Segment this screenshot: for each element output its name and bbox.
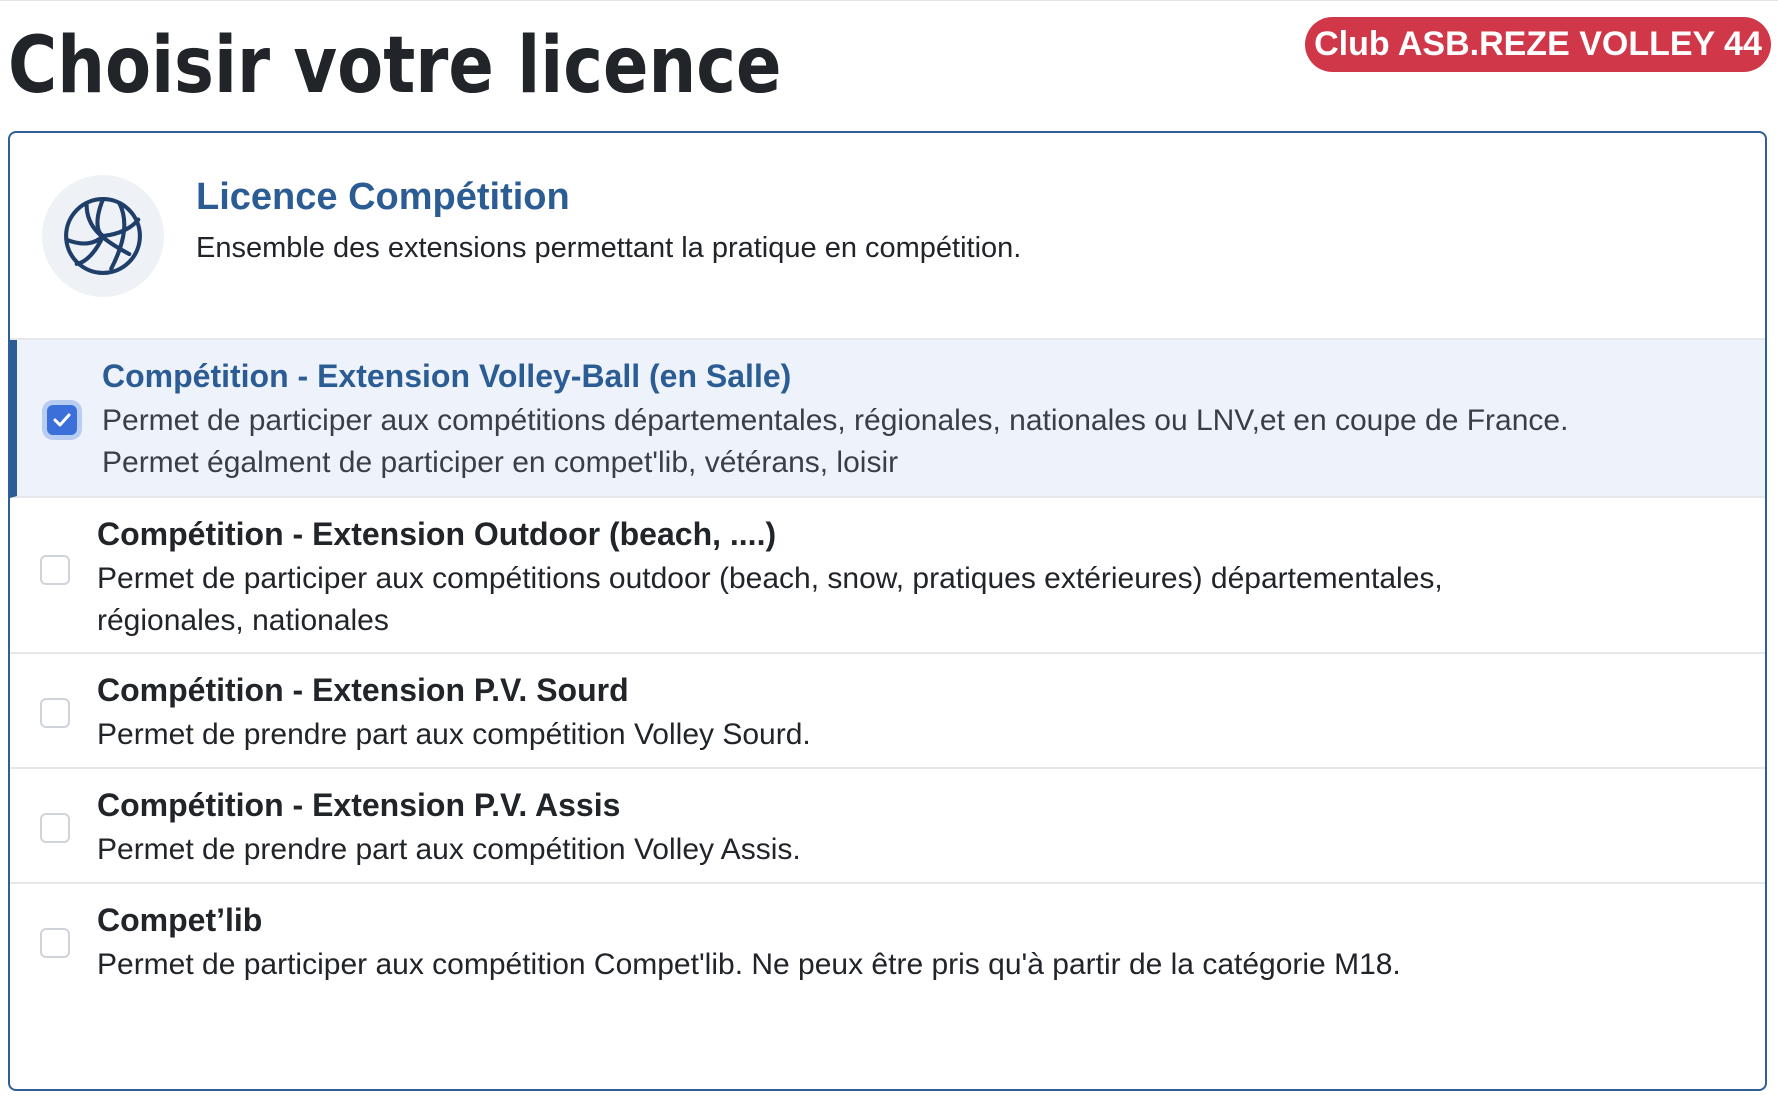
option-volley-ball-salle[interactable]: Compétition - Extension Volley-Ball (en … <box>10 340 1765 498</box>
page-title: Choisir votre licence <box>8 21 782 111</box>
licence-card-header: Licence Compétition Ensemble des extensi… <box>10 133 1765 340</box>
option-title: Compet’lib <box>97 902 263 938</box>
option-outdoor[interactable]: Compétition - Extension Outdoor (beach, … <box>10 498 1765 654</box>
volleyball-icon <box>64 197 142 275</box>
option-description-line: Permet de prendre part aux compétition V… <box>97 718 811 751</box>
option-description-line: Permet de participer aux compétitions dé… <box>102 404 1569 437</box>
club-badge: Club ASB.REZE VOLLEY 44 <box>1305 17 1771 72</box>
volleyball-icon-circle <box>42 175 164 297</box>
checkmark-icon <box>53 413 71 427</box>
option-competlib[interactable]: Compet’lib Permet de participer aux comp… <box>10 884 1765 1089</box>
option-checkbox-outdoor[interactable] <box>40 555 70 585</box>
licence-description: Ensemble des extensions permettant la pr… <box>196 232 1022 264</box>
option-pv-sourd[interactable]: Compétition - Extension P.V. Sourd Perme… <box>10 654 1765 769</box>
option-title: Compétition - Extension P.V. Sourd <box>97 672 629 708</box>
option-pv-assis[interactable]: Compétition - Extension P.V. Assis Perme… <box>10 769 1765 884</box>
option-title: Compétition - Extension Outdoor (beach, … <box>97 516 777 552</box>
licence-title: Licence Compétition <box>196 176 570 218</box>
option-description-line: régionales, nationales <box>97 604 389 637</box>
licence-card: Licence Compétition Ensemble des extensi… <box>8 131 1767 1091</box>
option-checkbox-competlib[interactable] <box>40 928 70 958</box>
top-divider <box>0 0 1778 1</box>
option-title: Compétition - Extension Volley-Ball (en … <box>102 358 792 394</box>
option-description-line: Permet égalment de participer en compet'… <box>102 446 899 479</box>
option-description-line: Permet de prendre part aux compétition V… <box>97 833 801 866</box>
option-title: Compétition - Extension P.V. Assis <box>97 787 621 823</box>
option-checkbox-pv-sourd[interactable] <box>40 698 70 728</box>
option-description-line: Permet de participer aux compétitions ou… <box>97 562 1443 595</box>
option-description-line: Permet de participer aux compétition Com… <box>97 948 1401 981</box>
option-checkbox-pv-assis[interactable] <box>40 813 70 843</box>
option-checkbox-volley-ball-salle[interactable] <box>47 405 77 435</box>
